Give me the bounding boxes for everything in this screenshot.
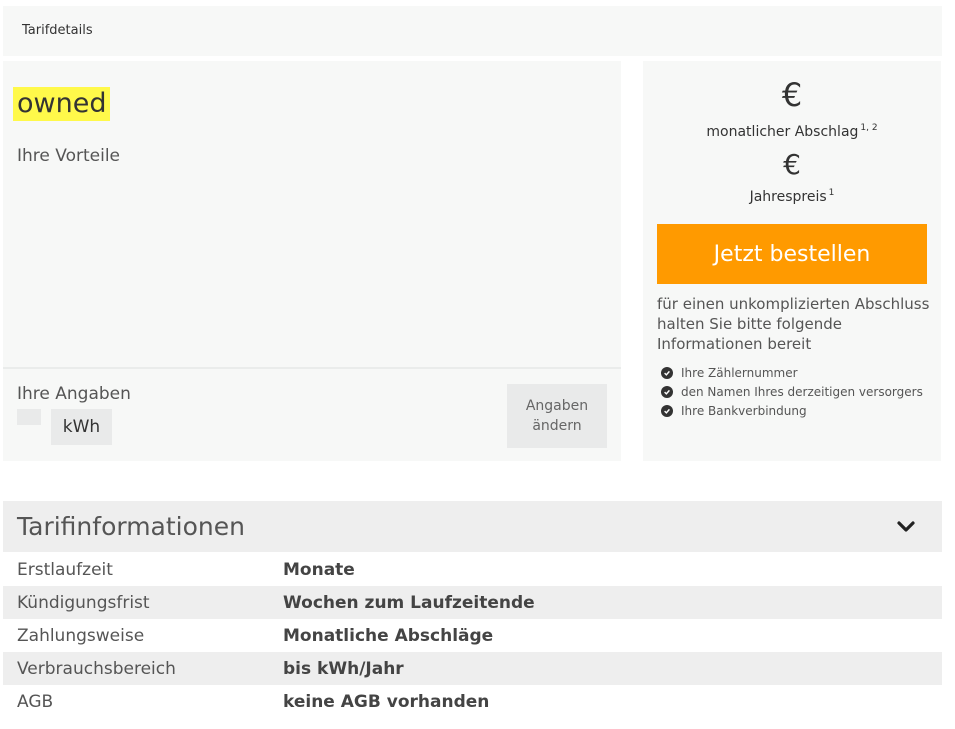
monthly-label: monatlicher Abschlag 1, 2	[643, 123, 941, 140]
row-key: Zahlungsweise	[17, 625, 145, 646]
yearly-price: €	[783, 148, 801, 181]
table-row: AGB keine AGB vorhanden	[3, 685, 942, 718]
table-row: Erstlaufzeit Monate	[3, 553, 942, 586]
list-item-label: den Namen Ihres derzeitigen versorgers	[681, 384, 923, 399]
page-title: Tarifdetails	[22, 23, 93, 38]
row-key: Verbrauchsbereich	[17, 658, 176, 679]
table-row: Zahlungsweise Monatliche Abschläge	[3, 619, 942, 652]
row-value: Monatliche Abschläge	[283, 625, 494, 646]
monthly-footnote: 1, 2	[860, 123, 878, 133]
row-key: Kündigungsfrist	[17, 592, 150, 613]
list-item-label: Ihre Bankverbindung	[681, 403, 807, 418]
order-info-text: für einen unkomplizierten Abschluss halt…	[657, 295, 930, 353]
row-value: keine AGB vorhanden	[283, 691, 490, 712]
benefits-label: Ihre Vorteile	[17, 146, 120, 166]
check-circle-icon	[661, 385, 673, 398]
list-item: den Namen Ihres derzeitigen versorgers	[661, 382, 923, 401]
monthly-price: €	[781, 76, 803, 114]
pricing-panel: € monatlicher Abschlag 1, 2 € Jahrespreis…	[643, 61, 941, 461]
row-value: Wochen zum Laufzeitende	[283, 592, 535, 613]
tarifinfo-table: Erstlaufzeit Monate Kündigungsfrist Woch…	[3, 553, 942, 718]
monthly-label-text: monatlicher Abschlag	[706, 124, 859, 140]
row-key: AGB	[17, 691, 54, 712]
consumption-value-box	[17, 409, 41, 425]
change-inputs-button[interactable]: Angaben ändern	[507, 384, 607, 448]
required-info-list: Ihre Zählernummer den Namen Ihres derzei…	[661, 363, 923, 420]
list-item: Ihre Zählernummer	[661, 363, 923, 382]
change-inputs-label-line1: Angaben	[525, 398, 589, 414]
panel-divider	[3, 367, 621, 369]
row-key: Erstlaufzeit	[17, 559, 113, 580]
chevron-down-icon[interactable]	[896, 517, 916, 537]
change-inputs-label-line2: ändern	[532, 418, 582, 434]
row-value: bis kWh/Jahr	[283, 658, 404, 679]
unit-badge: kWh	[51, 409, 112, 445]
order-button[interactable]: Jetzt bestellen	[657, 224, 927, 284]
table-row: Kündigungsfrist Wochen zum Laufzeitende	[3, 586, 942, 619]
list-item: Ihre Bankverbindung	[661, 401, 923, 420]
yearly-footnote: 1	[828, 188, 835, 198]
row-value: Monate	[283, 559, 355, 580]
check-circle-icon	[661, 404, 673, 417]
tariff-panel: owned Ihre Vorteile Ihre Angaben kWh Ang…	[3, 61, 621, 461]
table-row: Verbrauchsbereich bis kWh/Jahr	[3, 652, 942, 685]
tariff-name: owned	[13, 87, 111, 121]
yearly-label: Jahrespreis 1	[643, 188, 941, 205]
inputs-label: Ihre Angaben	[17, 384, 131, 404]
yearly-label-text: Jahrespreis	[749, 189, 827, 205]
tarifdetails-header: Tarifdetails	[3, 6, 942, 56]
check-circle-icon	[661, 366, 673, 379]
list-item-label: Ihre Zählernummer	[681, 365, 798, 380]
tarifinfo-title: Tarifinformationen	[17, 512, 245, 541]
tarifinfo-accordion-header[interactable]: Tarifinformationen	[3, 501, 942, 552]
